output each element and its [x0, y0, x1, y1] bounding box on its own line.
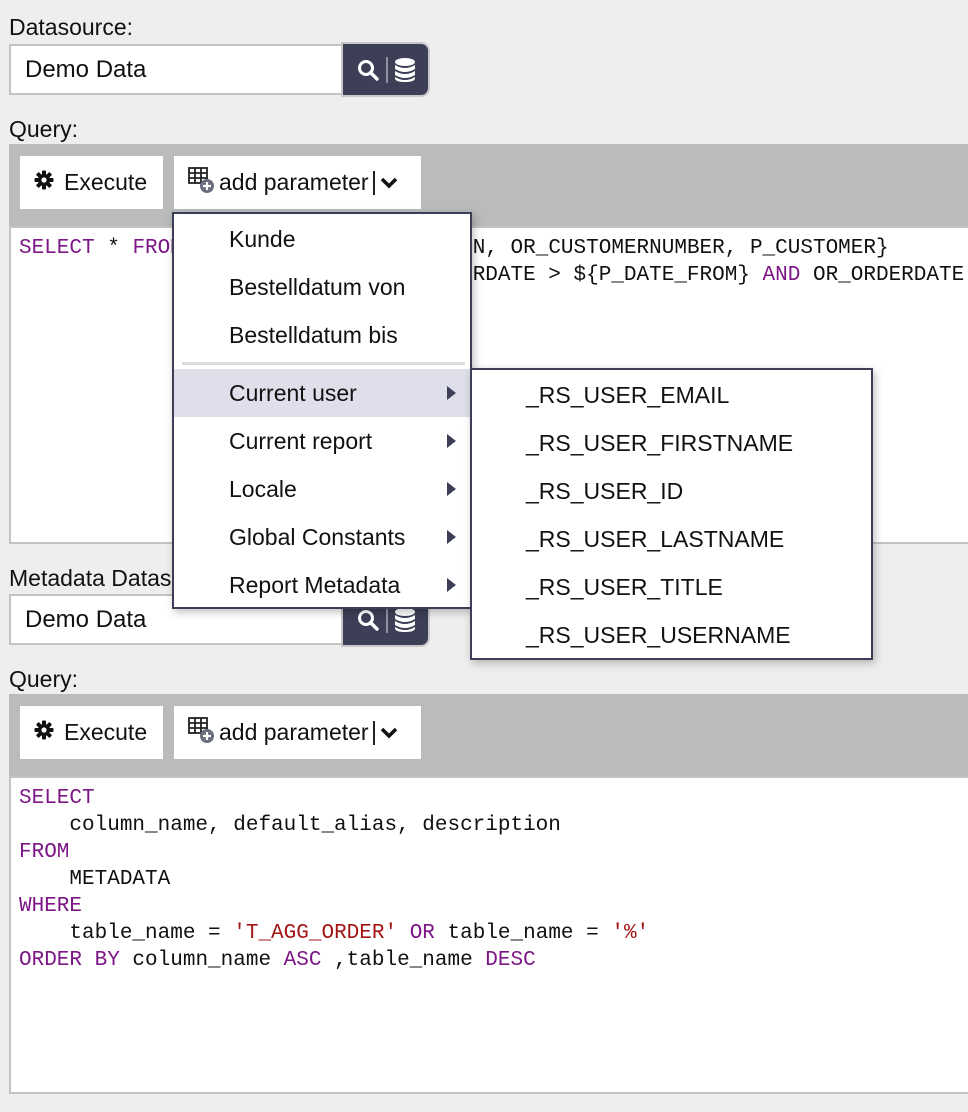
menu-item-label: Locale: [229, 475, 297, 502]
menu-item[interactable]: Bestelldatum bis: [174, 311, 470, 359]
database-icon[interactable]: [394, 607, 416, 633]
execute-button[interactable]: Execute: [20, 156, 163, 209]
menu-item-label: Current user: [229, 379, 357, 406]
menu-item[interactable]: Global Constants: [174, 513, 470, 561]
chevron-down-icon[interactable]: [380, 169, 398, 196]
sql-keyword: OR: [409, 922, 435, 945]
execute-button[interactable]: Execute: [20, 706, 163, 759]
menu-item[interactable]: Current user: [174, 369, 470, 417]
menu-item-label: Kunde: [229, 225, 296, 252]
code-line: table_name = 'T_AGG_ORDER' OR table_name…: [19, 920, 968, 947]
add-parameter-button[interactable]: add parameter: [174, 156, 421, 209]
sql-string: 'T_AGG_ORDER': [233, 922, 398, 945]
sql-text: table_name =: [19, 922, 234, 945]
add-parameter-label: add parameter: [219, 169, 369, 195]
code-line: WHERE: [19, 893, 968, 920]
database-icon[interactable]: [394, 57, 416, 83]
sql-keyword: ORDER BY: [19, 949, 120, 972]
sql-keyword: FROM: [19, 841, 70, 864]
table-add-icon: [187, 715, 217, 751]
submenu-item[interactable]: _RS_USER_FIRSTNAME: [472, 419, 871, 467]
sql-string: '%': [611, 922, 650, 945]
query-toolbar: Execute add parameter: [9, 144, 968, 226]
sql-keyword: WHERE: [19, 895, 83, 918]
search-icon[interactable]: [356, 58, 380, 82]
metadata-query-editor[interactable]: SELECT column_name, default_alias, descr…: [9, 776, 968, 1094]
menu-divider: [182, 362, 465, 365]
code-line: SELECT * FROM T_AGG_ORDER WHERE $X{IN, O…: [19, 235, 968, 262]
datasource-buttons: [343, 44, 428, 95]
submenu-item[interactable]: _RS_USER_TITLE: [472, 563, 871, 611]
menu-item[interactable]: Bestelldatum von: [174, 263, 470, 311]
caret-right-icon: [447, 530, 456, 544]
menu-item-label: Bestelldatum bis: [229, 321, 398, 348]
sql-keyword: SELECT: [19, 237, 95, 260]
sql-text: column_name, default_alias, description: [19, 814, 561, 837]
code-line: AND OR_ORDERDATE > ${P_DATE_FROM} AND OR…: [19, 262, 968, 289]
datasource-label: Datasource:: [9, 14, 134, 40]
button-separator: [372, 170, 375, 195]
sql-text: $X{IN, OR_CUSTOMERNUMBER, P_CUSTOMER}: [409, 237, 902, 260]
sql-text: table_name =: [434, 922, 612, 945]
button-separator: [372, 720, 375, 745]
menu-item-label: Bestelldatum von: [229, 273, 406, 300]
code-line: METADATA: [19, 866, 968, 893]
menu-item[interactable]: Report Metadata: [174, 561, 470, 609]
execute-label: Execute: [64, 169, 148, 195]
current-user-submenu: _RS_USER_EMAIL _RS_USER_FIRSTNAME _RS_USER…: [470, 368, 873, 660]
execute-label: Execute: [64, 719, 148, 745]
caret-right-icon: [447, 482, 456, 496]
caret-right-icon: [447, 434, 456, 448]
submenu-item[interactable]: _RS_USER_EMAIL: [472, 371, 871, 419]
code-line: ORDER BY column_name ASC ,table_name DES…: [19, 947, 968, 974]
datasource-field: Demo Data: [9, 44, 428, 95]
metadata-query-label: Query:: [9, 666, 79, 692]
sql-text: ,table_name: [321, 949, 486, 972]
sql-text: OR_ORDERDATE < ${P_DATE_TO}: [812, 264, 965, 287]
datasource-input[interactable]: Demo Data: [9, 44, 343, 95]
sql-keyword: ASC: [283, 949, 322, 972]
table-add-icon: [187, 165, 217, 201]
sql-keyword: AND: [762, 264, 801, 287]
button-separator: [385, 606, 388, 633]
gear-icon: [34, 719, 54, 746]
code-line: column_name, default_alias, description: [19, 812, 968, 839]
submenu-item[interactable]: _RS_USER_ID: [472, 467, 871, 515]
menu-item[interactable]: Locale: [174, 465, 470, 513]
code-line: SELECT: [19, 785, 968, 812]
chevron-down-icon[interactable]: [380, 719, 398, 746]
code-line: FROM: [19, 839, 968, 866]
sql-keyword: DESC: [485, 949, 536, 972]
button-separator: [385, 56, 388, 83]
caret-right-icon: [447, 578, 456, 592]
menu-item[interactable]: Current report: [174, 417, 470, 465]
sql-text: *: [94, 237, 133, 260]
menu-item[interactable]: Kunde: [174, 215, 470, 263]
add-parameter-label: add parameter: [219, 719, 369, 745]
menu-item-label: Current report: [229, 427, 373, 454]
query-label: Query:: [9, 116, 79, 142]
search-icon[interactable]: [356, 608, 380, 632]
submenu-item[interactable]: _RS_USER_USERNAME: [472, 611, 871, 659]
metadata-query-toolbar: Execute add parameter: [9, 694, 968, 776]
sql-keyword: SELECT: [19, 787, 95, 810]
menu-item-label: Global Constants: [229, 523, 406, 550]
sql-text: METADATA: [19, 868, 171, 891]
sql-text: column_name: [119, 949, 284, 972]
add-parameter-menu: Kunde Bestelldatum von Bestelldatum bis Cur…: [172, 212, 472, 609]
caret-right-icon: [447, 386, 456, 400]
gear-icon: [34, 169, 54, 196]
add-parameter-button[interactable]: add parameter: [174, 706, 421, 759]
submenu-item[interactable]: _RS_USER_LASTNAME: [472, 515, 871, 563]
menu-item-label: Report Metadata: [229, 571, 401, 598]
